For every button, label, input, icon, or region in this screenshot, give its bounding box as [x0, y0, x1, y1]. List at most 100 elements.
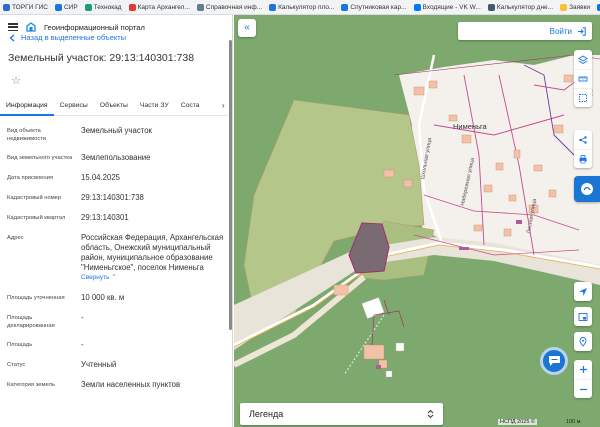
property-row: Дата присвоения 15.04.2025	[7, 173, 227, 183]
property-row: Площадь уточненная 10 000 кв. м	[7, 293, 227, 303]
bookmark-favicon-icon	[269, 3, 277, 11]
chevron-left-icon	[9, 34, 15, 41]
bookmark-item[interactable]: ТОРГИ ГИС	[3, 3, 48, 11]
property-value-wrap: -	[81, 340, 227, 350]
area-select-button[interactable]	[574, 88, 592, 107]
geolocation-icon	[579, 336, 587, 347]
locate-button[interactable]	[574, 282, 592, 301]
bookmark-item[interactable]: Справочная инф...	[196, 3, 263, 11]
tab-item[interactable]: Объекты	[94, 98, 134, 116]
tab-item[interactable]: Соста	[175, 98, 206, 116]
info-panel: Геоинформационный портал Назад в выделен…	[0, 15, 233, 427]
assistant-icon	[581, 183, 593, 195]
property-value: 29:13:140301:738	[81, 193, 144, 202]
menu-icon[interactable]	[8, 23, 18, 31]
geolocation-button[interactable]	[574, 332, 592, 351]
property-value: Землепользование	[81, 153, 151, 162]
back-link[interactable]: Назад в выделенные объекты	[9, 33, 126, 42]
share-button[interactable]	[574, 130, 592, 149]
object-title: Земельный участок: 29:13:140301:738	[8, 52, 195, 64]
property-key: Кадастровый номер	[7, 195, 62, 201]
star-icon[interactable]: ☆	[9, 74, 23, 88]
bookmark-label: Технокад	[93, 3, 122, 11]
collapse-address-link[interactable]: Свернуть ⌃	[81, 273, 227, 283]
chat-icon	[548, 356, 560, 366]
collapse-panel-button[interactable]: «	[238, 19, 256, 37]
place-label: Нименьга	[453, 122, 487, 131]
property-key: Адрес	[7, 235, 24, 241]
plus-icon	[579, 366, 587, 373]
print-button[interactable]	[574, 149, 592, 168]
property-value-wrap: 10 000 кв. м	[81, 293, 227, 303]
ruler-button[interactable]	[574, 69, 592, 88]
bookmark-label: Спутниковая кар...	[350, 3, 407, 11]
bookmark-label: Калькулятор дне...	[496, 3, 554, 11]
property-value-wrap: Земли населенных пунктов	[81, 380, 227, 390]
property-row: Кадастровый номер 29:13:140301:738	[7, 193, 227, 203]
property-row: Категория земель Земли населенных пунктов	[7, 380, 227, 390]
panel-scrollbar[interactable]	[229, 40, 232, 330]
tab-item[interactable]: Информация	[0, 98, 54, 116]
bookmark-favicon-icon	[128, 3, 136, 11]
tab-item[interactable]: Части ЗУ	[134, 98, 175, 116]
property-value-wrap: 15.04.2025	[81, 173, 227, 183]
bookmark-favicon-icon	[54, 3, 62, 11]
property-key: Вид объекта недвижимости	[7, 128, 47, 142]
portal-logo-icon	[26, 22, 36, 32]
property-row: Площадь декларированная -	[7, 313, 227, 330]
map-toolbar-top	[574, 50, 592, 107]
property-value: Земли населенных пунктов	[81, 380, 181, 389]
property-value: Учтенный	[81, 360, 117, 369]
bookmark-label: Карта Архангел...	[137, 3, 190, 11]
bookmark-favicon-icon	[3, 3, 10, 11]
bookmark-item[interactable]: Входящие - VK W...	[413, 3, 481, 11]
legend-dropdown[interactable]: Легенда	[240, 403, 443, 425]
property-value-wrap: Земельный участок	[81, 126, 227, 143]
bookmark-label: ТОРГИ ГИС	[12, 3, 48, 11]
property-value-wrap: -	[81, 313, 227, 330]
property-value: -	[81, 313, 84, 322]
property-value-wrap: Российская Федерация, Архангельская обла…	[81, 233, 227, 283]
map-toolbar-bottom-2	[574, 307, 592, 326]
minimap-button[interactable]	[574, 307, 592, 326]
map-attribution: НСПД 2025 ©	[498, 419, 537, 425]
property-value-wrap: Землепользование	[81, 153, 227, 163]
tab-bar: Информация Сервисы Объекты Части ЗУ Соста ›	[0, 98, 232, 116]
property-key: Категория земель	[7, 382, 55, 388]
bookmark-item[interactable]: Технокад	[84, 3, 122, 11]
zoom-out-button[interactable]	[574, 379, 592, 398]
property-value-wrap: 29:13:140301:738	[81, 193, 227, 203]
selection-icon	[579, 94, 587, 102]
map-toolbar-bottom	[574, 282, 592, 301]
zoom-in-button[interactable]	[574, 360, 592, 379]
property-value: 10 000 кв. м	[81, 293, 125, 302]
login-button[interactable]: Войти	[458, 22, 592, 40]
property-value: -	[81, 340, 84, 349]
assistant-button[interactable]	[574, 176, 600, 202]
back-label: Назад в выделенные объекты	[21, 33, 127, 42]
chat-button[interactable]	[540, 347, 568, 375]
property-row: Вид земельного участка Землепользование	[7, 153, 227, 163]
legend-label: Легенда	[249, 409, 284, 419]
print-icon	[579, 155, 587, 164]
bookmark-item[interactable]: Заявки	[560, 3, 590, 11]
bookmark-item[interactable]: Калькулятор дне...	[487, 3, 554, 11]
bookmark-item[interactable]: Спутниковая кар...	[341, 3, 407, 11]
property-key: Кадастровый квартал	[7, 215, 66, 221]
bookmarks-bar: ТОРГИ ГИС СИР Технокад Карта Архангел... Спр…	[0, 0, 600, 15]
bookmark-item[interactable]: СИР	[54, 3, 78, 11]
map-toolbar-mid	[574, 130, 592, 168]
tab-item[interactable]: Сервисы	[54, 98, 94, 116]
layers-icon	[578, 54, 588, 64]
login-label: Войти	[549, 26, 572, 36]
layers-button[interactable]	[574, 50, 592, 69]
bookmark-item[interactable]: Калькулятор пло...	[269, 3, 334, 11]
ruler-icon	[578, 76, 588, 82]
property-key: Дата присвоения	[7, 175, 53, 181]
portal-title: Геоинформационный портал	[44, 22, 145, 32]
bookmark-item[interactable]: Карта Архангел...	[128, 3, 190, 11]
property-value: Земельный участок	[81, 126, 152, 135]
property-row: Статус Учтенный	[7, 360, 227, 370]
property-key: Вид земельного участка	[7, 155, 73, 161]
bookmark-label: Справочная инф...	[205, 3, 263, 11]
